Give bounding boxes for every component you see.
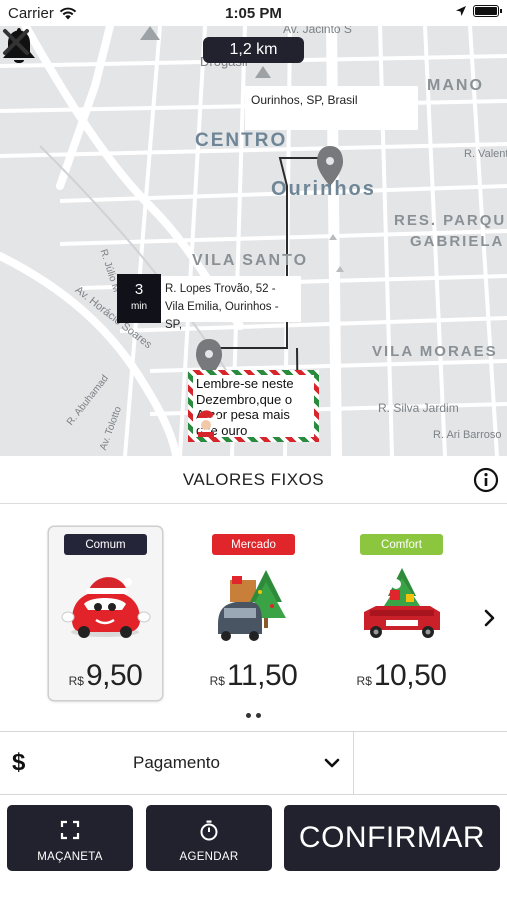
handle-button[interactable]: MAÇANETA	[7, 805, 133, 871]
app-screen: Carrier 1:05 PM Av. Jacinto S CENTRO Our…	[0, 0, 507, 900]
christmas-promo-note: Lembre-se neste Dezembro,que o Amor pesa…	[188, 370, 319, 442]
price-value: 11,50	[226, 659, 298, 692]
distance-pill: 1,2 km	[203, 37, 304, 63]
payment-select[interactable]: $ Pagamento	[0, 732, 354, 794]
schedule-button[interactable]: AGENDAR	[146, 805, 272, 871]
chevron-down-icon	[324, 758, 340, 768]
vehicle-card-comfort[interactable]: Comfort R$10,50	[345, 527, 458, 700]
action-bar: MAÇANETA AGENDAR CONFIRMAR	[0, 796, 507, 900]
status-bar: Carrier 1:05 PM	[0, 0, 507, 26]
chevron-right-icon[interactable]	[483, 608, 497, 628]
map-label-mano: MANO	[427, 77, 484, 94]
vehicle-badge: Mercado	[212, 534, 295, 555]
vehicle-carousel[interactable]: Comum R$9,50 Mercado R$11,50 Comfort R$1…	[0, 505, 507, 730]
page-dot	[256, 713, 261, 718]
price-currency: R$	[356, 674, 372, 688]
vehicle-badge: Comfort	[360, 534, 443, 555]
vehicle-price: R$11,50	[197, 659, 310, 693]
santa-car-icon	[61, 577, 151, 638]
handle-label: MAÇANETA	[37, 851, 103, 863]
map-label-ourinhos: Ourinhos	[271, 178, 376, 200]
christmas-truck-icon	[364, 568, 440, 638]
map-label-av-jacinto: Av. Jacinto S	[283, 26, 352, 36]
vehicle-price: R$10,50	[345, 659, 458, 693]
vehicle-card-mercado[interactable]: Mercado R$11,50	[197, 527, 310, 700]
map-label-res-parque: RES. PARQU	[394, 212, 507, 229]
status-time: 1:05 PM	[225, 5, 282, 22]
christmas-tree-car-icon	[218, 570, 286, 641]
schedule-label: AGENDAR	[179, 851, 239, 863]
map-label-vila-moraes: VILA MORAES	[372, 343, 498, 360]
map-label-r-silva-jardim: R. Silva Jardim	[378, 401, 459, 415]
location-arrow-icon	[456, 6, 466, 16]
carousel-page-indicator	[0, 713, 507, 718]
vehicle-badge: Comum	[64, 534, 147, 555]
map-label-gabriela: GABRIELA	[410, 233, 505, 250]
map-label-r-ari-barroso: R. Ari Barroso	[433, 429, 502, 441]
eta-value: 3	[134, 281, 144, 298]
confirm-button[interactable]: CONFIRMAR	[284, 805, 500, 871]
eta-unit: min	[130, 301, 148, 312]
expand-icon	[60, 820, 80, 840]
eta-box: 3 min	[117, 274, 161, 323]
fixed-values-header: VALORES FIXOS	[0, 456, 507, 504]
vehicle-price: R$9,50	[49, 659, 162, 693]
close-icon[interactable]	[0, 26, 32, 58]
price-currency: R$	[209, 674, 225, 688]
page-dot	[246, 713, 251, 718]
status-right	[455, 5, 502, 17]
map-label-centro: CENTRO	[195, 130, 288, 151]
vehicle-card-comum[interactable]: Comum R$9,50	[49, 527, 162, 700]
santa-icon	[196, 410, 218, 437]
info-icon[interactable]	[473, 467, 499, 493]
price-value: 10,50	[373, 659, 447, 692]
price-currency: R$	[68, 674, 84, 688]
battery-icon	[473, 5, 502, 17]
section-title: VALORES FIXOS	[182, 470, 325, 489]
payment-row: $ Pagamento	[0, 731, 507, 795]
stopwatch-icon	[200, 820, 218, 841]
map-label-r-valenti: R. Valenti	[464, 148, 507, 160]
payment-label: Pagamento	[133, 753, 220, 772]
destination-bubble: Ourinhos, SP, Brasil	[245, 86, 418, 130]
map-view[interactable]: Av. Jacinto S Drogasil CENTRO Ourinhos M…	[0, 26, 507, 456]
price-value: 9,50	[85, 659, 143, 692]
origin-address-bubble: R. Lopes Trovão, 52 - Vila Emilia, Ourin…	[161, 276, 301, 331]
map-label-vila-santo: VILA SANTO	[192, 252, 309, 269]
